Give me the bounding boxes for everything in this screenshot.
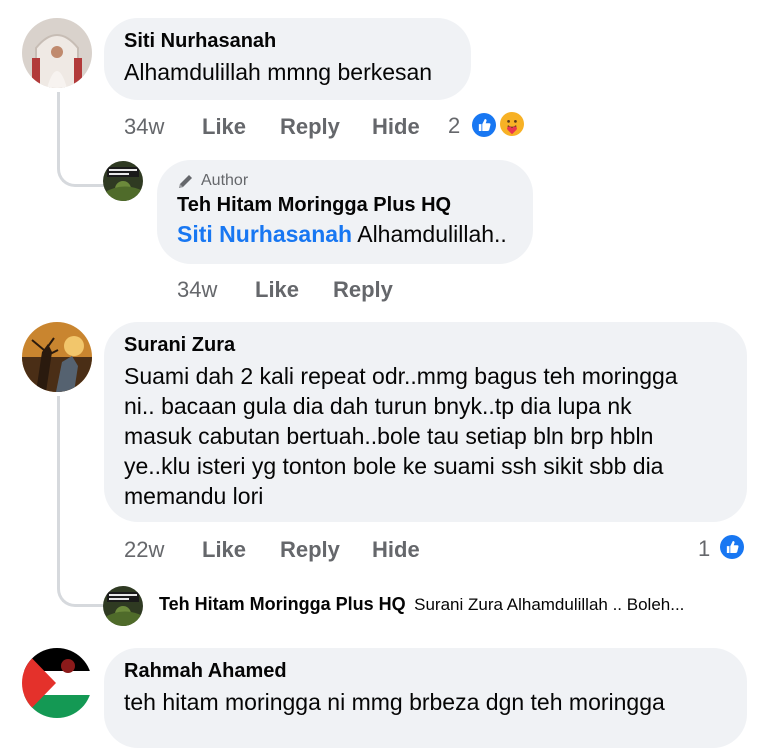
avatar[interactable] [22,322,92,392]
reaction-count[interactable]: 2 [448,113,460,139]
reply-preview-text: Surani Zura Alhamdulillah .. Boleh... [414,595,685,614]
reply-bubble: Author Teh Hitam Moringga Plus HQ Siti N… [157,160,533,264]
author-badge: Author [177,172,513,190]
like-button[interactable]: Like [202,537,246,563]
avatar[interactable] [22,648,92,718]
comment-text-line: Suami dah 2 kali repeat odr..mmg bagus t… [124,363,678,389]
page-avatar[interactable] [103,586,143,626]
hide-button[interactable]: Hide [372,114,420,140]
reply-preview-author[interactable]: Teh Hitam Moringga Plus HQ [159,594,406,614]
reply-time[interactable]: 34w [177,277,217,303]
reply-like-button[interactable]: Like [255,277,299,303]
comment-text-line: ye..klu isteri yg tonton bole ke suami s… [124,453,664,479]
comment-author[interactable]: Siti Nurhasanah [124,30,451,53]
reply-reply-button[interactable]: Reply [333,277,393,303]
comment-time[interactable]: 22w [124,537,164,563]
page-avatar[interactable] [103,161,143,201]
comment-text-line: masuk cabutan bertuah..bole tau setiap b… [124,423,654,449]
reply-preview[interactable]: Teh Hitam Moringga Plus HQ Surani Zura A… [159,594,759,615]
reply-text: Siti Nurhasanah Alhamdulillah.. [177,219,513,249]
reaction-count[interactable]: 1 [698,536,710,562]
comment-bubble: Rahmah Ahamed teh hitam moringga ni mmg … [104,648,747,748]
comment-text: Suami dah 2 kali repeat odr..mmg bagus t… [124,361,727,511]
reply-author[interactable]: Teh Hitam Moringga Plus HQ [177,194,513,217]
author-badge-label: Author [201,172,249,189]
comment-text-line: ni.. bacaan gula dia dah turun bnyk..tp … [124,393,632,419]
avatar[interactable] [22,18,92,88]
comment-text: Alhamdulillah mmng berkesan [124,59,433,85]
reply-button[interactable]: Reply [280,114,340,140]
comment-author[interactable]: Surani Zura [124,334,727,357]
reply-thread-line [57,396,104,607]
reply-button[interactable]: Reply [280,537,340,563]
comment-time[interactable]: 34w [124,114,164,140]
comment-author[interactable]: Rahmah Ahamed [124,660,727,683]
reply-text-body: Alhamdulillah.. [357,221,507,247]
like-icon[interactable] [470,111,498,139]
comment-bubble: Surani Zura Suami dah 2 kali repeat odr.… [104,322,747,522]
hide-button[interactable]: Hide [372,537,420,563]
reply-thread-line [57,92,104,187]
comment-text-line: memandu lori [124,483,264,509]
comment-bubble: Siti Nurhasanah Alhamdulillah mmng berke… [104,18,471,100]
pencil-icon [177,172,195,190]
comment-text: teh hitam moringga ni mmg brbeza dgn teh… [124,689,665,715]
mention-link[interactable]: Siti Nurhasanah [177,221,352,247]
like-button[interactable]: Like [202,114,246,140]
care-icon[interactable] [498,110,526,138]
like-icon[interactable] [718,533,746,561]
